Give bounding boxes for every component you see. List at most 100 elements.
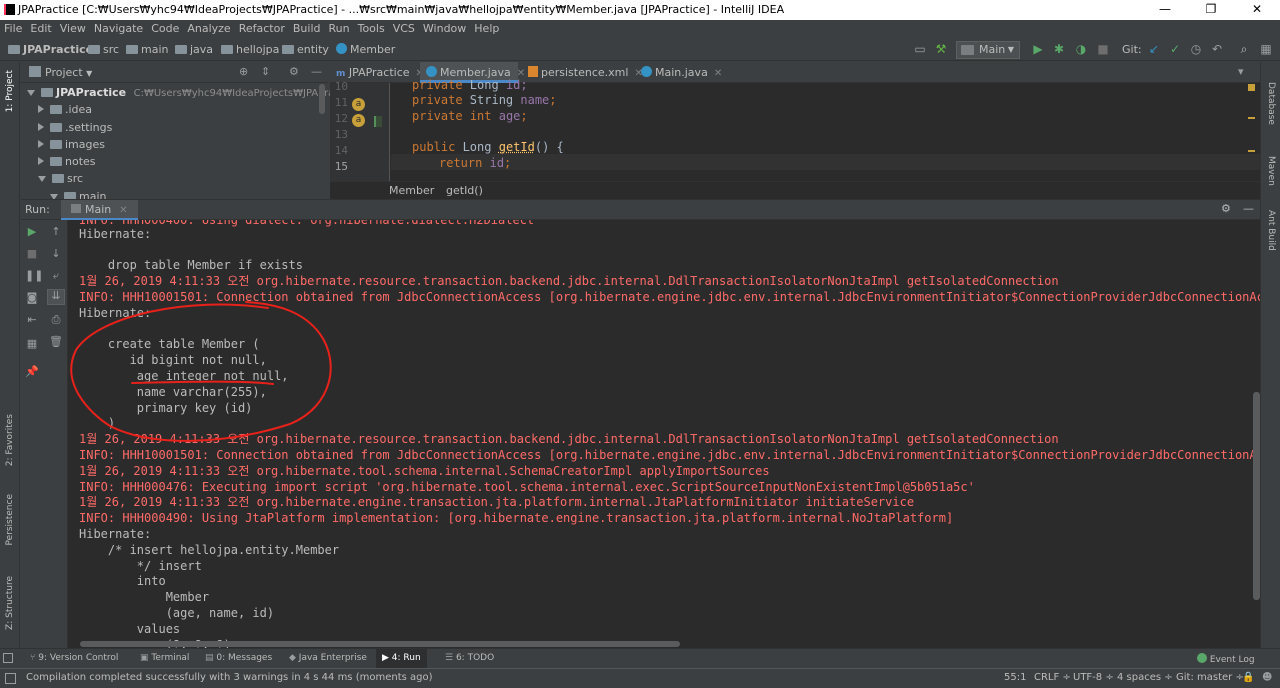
vcs-operations-icon[interactable]: ▦ bbox=[1258, 42, 1274, 57]
caret-position[interactable]: 55:1 bbox=[1004, 672, 1026, 683]
console-output[interactable]: INFO: HHH000400: Using dialect: org.hibe… bbox=[68, 220, 1260, 648]
run-config-select[interactable]: Main ▼ bbox=[956, 41, 1020, 59]
crumb-class[interactable]: Member bbox=[389, 184, 434, 197]
gear-icon[interactable]: ⚙ bbox=[289, 65, 299, 78]
clear-all-icon[interactable]: 🗑 bbox=[49, 336, 63, 348]
print-icon[interactable]: ⎙ bbox=[49, 314, 63, 326]
tool-version-control[interactable]: ⑂ 9: Version Control bbox=[30, 653, 118, 663]
scroll-up-icon[interactable]: ↑ bbox=[49, 226, 63, 238]
menu-help[interactable]: Help bbox=[470, 20, 503, 38]
stop-icon[interactable]: ■ bbox=[25, 248, 39, 260]
rerun-icon[interactable]: ▶ bbox=[25, 226, 39, 238]
close-icon[interactable]: ✕ bbox=[714, 68, 722, 79]
breadcrumb-project[interactable]: JPAPractice bbox=[8, 43, 93, 56]
breadcrumb-member[interactable]: Member bbox=[336, 43, 395, 56]
exit-icon[interactable]: ⇤ bbox=[25, 314, 39, 326]
history-icon[interactable]: ◷ bbox=[1188, 42, 1204, 57]
tree-root[interactable]: JPAPractice C:₩Users₩yhc94₩IdeaProjects₩… bbox=[27, 84, 358, 101]
line-separator[interactable]: CRLF ÷ bbox=[1034, 672, 1071, 683]
tree-item-settings[interactable]: .settings bbox=[38, 119, 112, 136]
gear-icon[interactable]: ⚙ bbox=[1221, 202, 1231, 215]
restore-layout-icon[interactable]: ▦ bbox=[25, 338, 39, 350]
error-stripe-marker[interactable] bbox=[1248, 150, 1255, 152]
scroll-to-end-icon[interactable]: ⇊ bbox=[47, 289, 65, 305]
pause-icon[interactable]: ❚❚ bbox=[25, 270, 43, 282]
console-horizontal-scrollbar[interactable] bbox=[80, 641, 680, 647]
menu-view[interactable]: View bbox=[56, 20, 90, 38]
tool-java-enterprise[interactable]: ◆ Java Enterprise bbox=[289, 653, 367, 663]
side-tab-persistence[interactable]: Persistence bbox=[5, 494, 15, 545]
maximize-button[interactable]: ❐ bbox=[1188, 0, 1234, 20]
menu-file[interactable]: File bbox=[0, 20, 26, 38]
hide-icon[interactable]: — bbox=[311, 65, 322, 78]
breadcrumb-java[interactable]: java bbox=[175, 43, 213, 56]
git-update-icon[interactable]: ↙ bbox=[1146, 42, 1162, 57]
locate-icon[interactable]: ⊕ bbox=[239, 65, 248, 78]
side-tab-ant-build[interactable]: Ant Build bbox=[1266, 210, 1276, 251]
run-tab-main[interactable]: Main ✕ bbox=[61, 200, 138, 220]
tree-item-notes[interactable]: notes bbox=[38, 153, 96, 170]
crumb-method[interactable]: getId() bbox=[446, 184, 483, 197]
coverage-icon[interactable]: ◑ bbox=[1073, 42, 1089, 57]
breadcrumb-main[interactable]: main bbox=[126, 43, 168, 56]
tool-todo[interactable]: ☰ 6: TODO bbox=[445, 653, 494, 663]
tree-item-main[interactable]: main bbox=[50, 188, 106, 199]
breadcrumb-src[interactable]: src bbox=[88, 43, 119, 56]
menu-build[interactable]: Build bbox=[289, 20, 325, 38]
project-scrollbar[interactable] bbox=[319, 84, 325, 114]
tab-main-java[interactable]: Main.java ✕ bbox=[635, 62, 722, 83]
menu-edit[interactable]: Edit bbox=[26, 20, 55, 38]
tab-list-icon[interactable]: ▾ bbox=[1238, 65, 1244, 78]
project-view-select[interactable]: Project ▼ bbox=[45, 66, 92, 79]
toggle-tool-windows-icon[interactable] bbox=[3, 653, 13, 663]
annotation-badge[interactable]: a bbox=[352, 114, 365, 127]
layout-icon[interactable] bbox=[5, 673, 16, 684]
soft-wrap-icon[interactable]: ⤶ bbox=[49, 270, 63, 282]
menu-refactor[interactable]: Refactor bbox=[235, 20, 289, 38]
pin-icon[interactable]: 📌 bbox=[25, 366, 39, 378]
indent-setting[interactable]: 4 spaces ÷ bbox=[1117, 672, 1173, 683]
tree-item-idea[interactable]: .idea bbox=[38, 101, 92, 118]
menu-run[interactable]: Run bbox=[325, 20, 354, 38]
side-tab-database[interactable]: Database bbox=[1266, 82, 1276, 125]
file-encoding[interactable]: UTF-8 ÷ bbox=[1073, 672, 1114, 683]
status-message[interactable]: Compilation completed successfully with … bbox=[26, 672, 433, 683]
minimize-button[interactable]: — bbox=[1142, 0, 1188, 20]
error-stripe-marker[interactable] bbox=[1248, 117, 1255, 119]
build-hammer-icon[interactable]: ⚒ bbox=[933, 42, 949, 57]
tree-item-src[interactable]: src bbox=[38, 170, 83, 187]
menu-tools[interactable]: Tools bbox=[354, 20, 389, 38]
tool-messages[interactable]: ▤ 0: Messages bbox=[205, 653, 272, 663]
menu-analyze[interactable]: Analyze bbox=[183, 20, 234, 38]
close-button[interactable]: ✕ bbox=[1234, 0, 1280, 20]
tab-persistence-xml[interactable]: persistence.xml ✕ bbox=[522, 62, 643, 83]
close-icon[interactable]: ✕ bbox=[119, 205, 127, 216]
tool-event-log[interactable]: Event Log bbox=[1197, 653, 1255, 665]
tool-run[interactable]: ▶ 4: Run bbox=[376, 649, 427, 668]
debug-icon[interactable]: ✱ bbox=[1051, 42, 1067, 57]
git-commit-icon[interactable]: ✓ bbox=[1167, 42, 1183, 57]
annotation-badge[interactable]: a bbox=[352, 98, 365, 111]
run-icon[interactable]: ▶ bbox=[1030, 42, 1046, 57]
breadcrumb-entity[interactable]: entity bbox=[282, 43, 329, 56]
side-tab-project[interactable]: 1: Project bbox=[5, 70, 15, 112]
breadcrumb-hellojpa[interactable]: hellojpa bbox=[221, 43, 279, 56]
revert-icon[interactable]: ↶ bbox=[1209, 42, 1225, 57]
layout-icon[interactable]: ▭ bbox=[912, 42, 928, 57]
side-tab-structure[interactable]: Z: Structure bbox=[5, 576, 15, 630]
hide-icon[interactable]: — bbox=[1243, 202, 1254, 215]
git-branch[interactable]: Git: master ÷ bbox=[1176, 672, 1244, 683]
menu-code[interactable]: Code bbox=[147, 20, 183, 38]
side-tab-favorites[interactable]: 2: Favorites bbox=[5, 414, 15, 466]
console-vertical-scrollbar[interactable] bbox=[1253, 392, 1260, 600]
collapse-all-icon[interactable]: ⇕ bbox=[261, 65, 270, 78]
scroll-down-icon[interactable]: ↓ bbox=[49, 248, 63, 260]
dump-threads-icon[interactable]: ◙ bbox=[25, 292, 39, 304]
inspector-icon[interactable]: ☻ bbox=[1262, 672, 1272, 683]
lock-icon[interactable]: 🔒 bbox=[1242, 672, 1254, 683]
tree-item-images[interactable]: images bbox=[38, 136, 105, 153]
warning-marker-icon[interactable] bbox=[1248, 84, 1255, 91]
stop-icon[interactable]: ■ bbox=[1095, 42, 1111, 57]
menu-navigate[interactable]: Navigate bbox=[90, 20, 147, 38]
tool-terminal[interactable]: ▣ Terminal bbox=[140, 653, 189, 663]
